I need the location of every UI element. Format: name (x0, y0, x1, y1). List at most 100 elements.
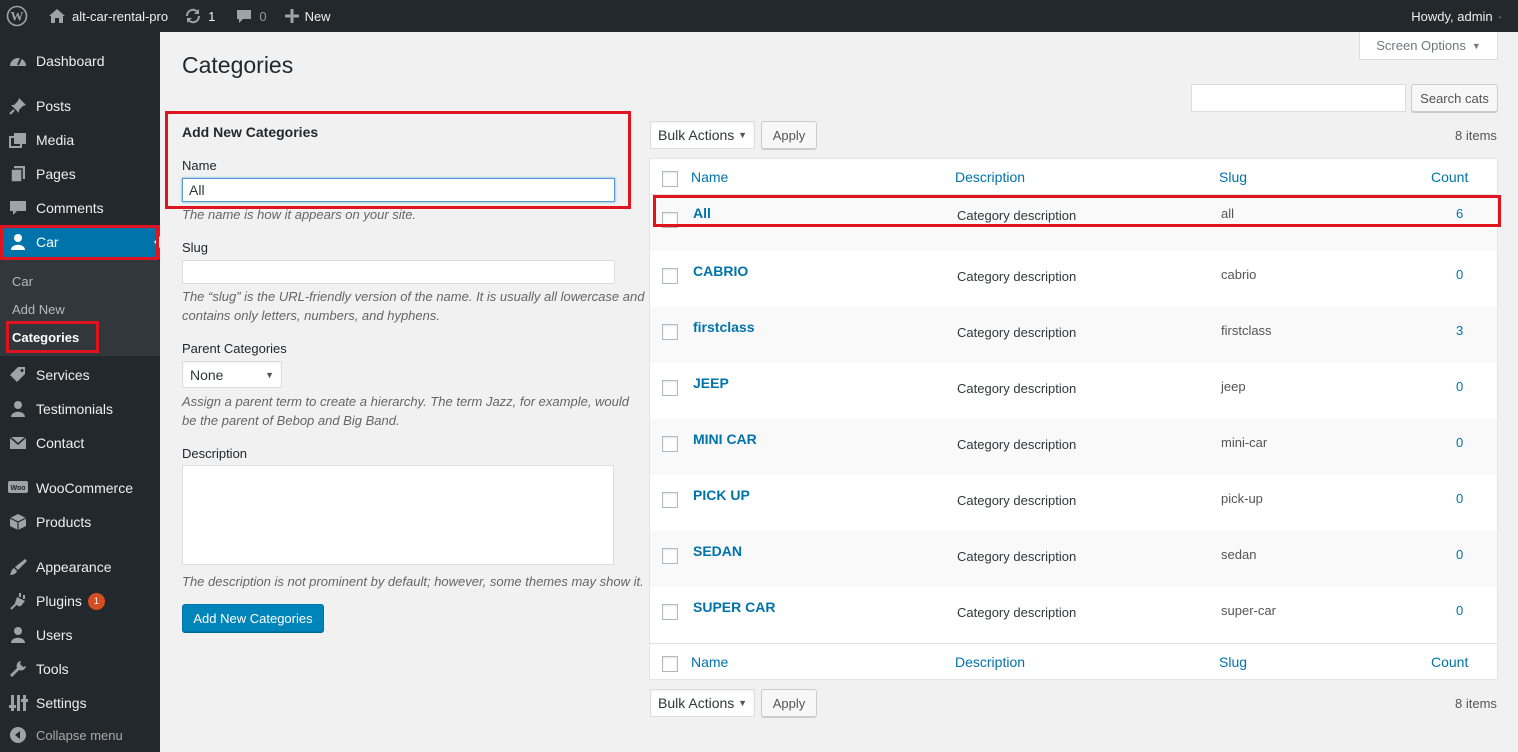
row-description: Category description (957, 269, 1077, 284)
comments-link[interactable]: 0 (223, 0, 274, 32)
plug-icon (0, 591, 36, 611)
sliders-icon (0, 693, 36, 713)
home-icon (49, 9, 65, 23)
triangle-down-icon: ▼ (738, 698, 747, 708)
menu-appearance[interactable]: Appearance (0, 550, 160, 584)
slug-help-line-1: The “slug” is the URL-friendly version o… (182, 289, 645, 304)
row-count-link[interactable]: 0 (1456, 435, 1463, 450)
row-name-link[interactable]: MINI CAR (693, 431, 757, 447)
row-count-link[interactable]: 3 (1456, 323, 1463, 338)
plus-icon (284, 9, 299, 23)
updates-icon (186, 8, 201, 24)
admin-bar: W alt-car-rental-pro 1 0 New Howdy, admi… (0, 0, 1518, 32)
row-count-link[interactable]: 0 (1456, 491, 1463, 506)
screen-options-toggle[interactable]: Screen Options ▼ (1359, 32, 1498, 60)
page-title: Categories (182, 52, 294, 78)
site-name: alt-car-rental-pro (72, 8, 169, 24)
row-name-link[interactable]: JEEP (693, 375, 729, 391)
menu-tools[interactable]: Tools (0, 652, 160, 686)
parent-help-line-1: Assign a parent term to create a hierarc… (182, 394, 630, 409)
collapse-arrow-icon (0, 726, 36, 744)
row-name-link[interactable]: PICK UP (693, 487, 750, 503)
bulk-actions-select-bottom[interactable]: Bulk Actions ▼ (650, 689, 755, 717)
add-new-category-button[interactable]: Add New Categories (182, 604, 324, 632)
new-content-link[interactable]: New (275, 0, 339, 32)
site-name-link[interactable]: alt-car-rental-pro (36, 0, 176, 32)
menu-dashboard[interactable]: Dashboard (0, 44, 160, 78)
row-count-link[interactable]: 0 (1456, 379, 1463, 394)
wordpress-logo[interactable]: W (0, 0, 36, 32)
column-slug-footer[interactable]: Slug (1219, 654, 1247, 670)
slug-input[interactable] (182, 260, 615, 284)
submenu-car[interactable]: Car (12, 274, 33, 289)
menu-users[interactable]: Users (0, 618, 160, 652)
row-count-link[interactable]: 0 (1456, 603, 1463, 618)
table-header: Name Description Slug Count (650, 159, 1497, 194)
description-textarea[interactable] (182, 465, 614, 565)
menu-plugins[interactable]: Plugins 1 (0, 584, 160, 618)
row-name-link[interactable]: CABRIO (693, 263, 748, 279)
categories-table: Name Description Slug Count All Category… (649, 158, 1498, 680)
select-all-checkbox-footer[interactable] (662, 656, 678, 672)
pin-icon (0, 96, 36, 116)
row-checkbox[interactable] (662, 548, 678, 564)
row-description: Category description (957, 493, 1077, 508)
row-count-link[interactable]: 0 (1456, 267, 1463, 282)
column-count[interactable]: Count (1431, 169, 1468, 185)
column-slug[interactable]: Slug (1219, 169, 1247, 185)
parent-select[interactable]: None ▼ (182, 361, 282, 388)
tag-icon (0, 365, 36, 385)
menu-woocommerce[interactable]: Woo WooCommerce (0, 471, 160, 505)
menu-media[interactable]: Media (0, 123, 160, 157)
apply-button-top[interactable]: Apply (761, 121, 817, 149)
menu-services[interactable]: Services (0, 358, 160, 392)
highlight-car-menu (0, 225, 159, 260)
highlight-all-row (653, 195, 1501, 227)
submenu-add-new[interactable]: Add New (12, 302, 65, 317)
slug-help-line-2: contains only letters, numbers, and hyph… (182, 308, 440, 323)
menu-products[interactable]: Products (0, 505, 160, 539)
row-name-link[interactable]: SUPER CAR (693, 599, 775, 615)
wordpress-icon: W (6, 5, 28, 27)
row-checkbox[interactable] (662, 436, 678, 452)
row-checkbox[interactable] (662, 324, 678, 340)
bulk-actions-select-top[interactable]: Bulk Actions ▼ (650, 121, 755, 149)
column-description-footer[interactable]: Description (955, 654, 1025, 670)
name-input[interactable] (182, 178, 615, 202)
row-count-link[interactable]: 0 (1456, 547, 1463, 562)
form-heading: Add New Categories (182, 124, 319, 140)
triangle-down-icon: ▼ (265, 369, 274, 380)
menu-contact[interactable]: Contact (0, 426, 160, 460)
plugins-update-badge: 1 (87, 592, 105, 610)
description-help: The description is not prominent by defa… (182, 574, 644, 589)
menu-testimonials[interactable]: Testimonials (0, 392, 160, 426)
column-description[interactable]: Description (955, 169, 1025, 185)
updates-link[interactable]: 1 (176, 0, 223, 32)
collapse-menu-button[interactable]: Collapse menu (0, 718, 160, 752)
name-help: The name is how it appears on your site. (182, 207, 417, 222)
menu-comments[interactable]: Comments (0, 191, 160, 225)
row-slug: mini-car (1221, 435, 1268, 450)
column-name[interactable]: Name (691, 169, 728, 185)
search-input[interactable] (1191, 84, 1406, 112)
row-checkbox[interactable] (662, 604, 678, 620)
row-checkbox[interactable] (662, 268, 678, 284)
menu-pages[interactable]: Pages (0, 157, 160, 191)
row-description: Category description (957, 437, 1077, 452)
my-account-link[interactable]: Howdy, admin · (1403, 0, 1518, 32)
row-checkbox[interactable] (662, 380, 678, 396)
apply-button-bottom[interactable]: Apply (761, 689, 817, 717)
woo-icon: Woo (0, 480, 36, 496)
menu-settings[interactable]: Settings (0, 686, 160, 720)
row-name-link[interactable]: firstclass (693, 319, 754, 335)
parent-help-line-2: be the parent of Bebop and Big Band. (182, 413, 400, 428)
row-slug: super-car (1221, 603, 1276, 618)
search-button[interactable]: Search cats (1411, 84, 1498, 112)
column-name-footer[interactable]: Name (691, 654, 728, 670)
select-all-checkbox[interactable] (662, 171, 678, 187)
row-name-link[interactable]: SEDAN (693, 543, 742, 559)
row-checkbox[interactable] (662, 492, 678, 508)
column-count-footer[interactable]: Count (1431, 654, 1468, 670)
table-row: JEEP Category description jeep 0 (650, 363, 1497, 419)
menu-posts[interactable]: Posts (0, 89, 160, 123)
